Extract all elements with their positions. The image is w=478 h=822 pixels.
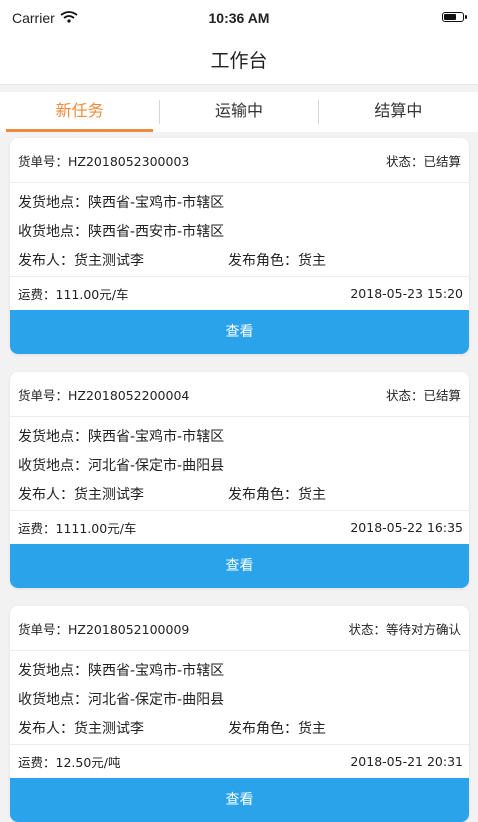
destination-location: 收货地点：陕西省-西安市-市辖区 <box>18 224 225 240</box>
origin-location: 发货地点：陕西省-宝鸡市-市辖区 <box>18 429 225 445</box>
destination-location: 收货地点：河北省-保定市-曲阳县 <box>18 458 225 474</box>
publisher: 发布人：货主测试李 <box>18 253 144 269</box>
order-date: 2018-05-21 20:31 <box>350 754 463 769</box>
view-button[interactable]: 查看 <box>10 778 469 822</box>
view-button[interactable]: 查看 <box>10 544 469 588</box>
order-status: 状态：已结算 <box>385 153 461 169</box>
order-status: 状态：等待对方确认 <box>348 621 461 637</box>
publisher-role: 发布角色：货主 <box>228 253 326 269</box>
order-status: 状态：已结算 <box>385 387 461 403</box>
order-info: 发货地点：陕西省-宝鸡市-市辖区 收货地点：陕西省-西安市-市辖区 发布人：货主… <box>10 183 469 276</box>
order-card: 货单号：HZ2018052200004 状态：已结算 发货地点：陕西省-宝鸡市-… <box>10 372 469 588</box>
order-header: 货单号：HZ2018052200004 状态：已结算 <box>10 372 469 417</box>
view-button[interactable]: 查看 <box>10 310 469 354</box>
tab-divider <box>318 100 319 124</box>
tab-settlement[interactable]: 结算中 <box>319 92 478 132</box>
fee-row: 运费：111.00元/车 2018-05-23 15:20 <box>10 276 469 310</box>
order-card: 货单号：HZ2018052300003 状态：已结算 发货地点：陕西省-宝鸡市-… <box>10 138 469 354</box>
nav-bar: 工作台 <box>0 40 478 85</box>
publisher-row: 发布人：货主测试李 发布角色：货主 <box>18 247 461 276</box>
tab-in-transit[interactable]: 运输中 <box>159 92 318 132</box>
freight-fee: 运费：111.00元/车 <box>18 287 129 302</box>
order-date: 2018-05-22 16:35 <box>350 520 463 535</box>
page-title: 工作台 <box>210 50 268 72</box>
status-time: 10:36 AM <box>208 10 270 26</box>
order-number: 货单号：HZ2018052300003 <box>18 153 190 169</box>
order-number: 货单号：HZ2018052100009 <box>18 621 190 637</box>
order-info: 发货地点：陕西省-宝鸡市-市辖区 收货地点：河北省-保定市-曲阳县 发布人：货主… <box>10 651 469 744</box>
publisher-row: 发布人：货主测试李 发布角色：货主 <box>18 715 461 744</box>
destination-location: 收货地点：河北省-保定市-曲阳县 <box>18 692 225 708</box>
publisher-row: 发布人：货主测试李 发布角色：货主 <box>18 481 461 510</box>
publisher-role: 发布角色：货主 <box>228 487 326 503</box>
freight-fee: 运费：12.50元/吨 <box>18 755 121 770</box>
publisher: 发布人：货主测试李 <box>18 721 144 737</box>
order-info: 发货地点：陕西省-宝鸡市-市辖区 收货地点：河北省-保定市-曲阳县 发布人：货主… <box>10 417 469 510</box>
fee-row: 运费：1111.00元/车 2018-05-22 16:35 <box>10 510 469 544</box>
order-header: 货单号：HZ2018052100009 状态：等待对方确认 <box>10 606 469 651</box>
order-number: 货单号：HZ2018052200004 <box>18 387 190 403</box>
origin-location: 发货地点：陕西省-宝鸡市-市辖区 <box>18 663 225 679</box>
tab-new-task[interactable]: 新任务 <box>0 92 159 132</box>
publisher-role: 发布角色：货主 <box>228 721 326 737</box>
battery-icon <box>442 12 467 22</box>
order-card: 货单号：HZ2018052100009 状态：等待对方确认 发货地点：陕西省-宝… <box>10 606 469 822</box>
order-date: 2018-05-23 15:20 <box>350 286 463 301</box>
status-bar: Carrier 10:36 AM <box>0 0 478 40</box>
tab-divider <box>159 100 160 124</box>
origin-location: 发货地点：陕西省-宝鸡市-市辖区 <box>18 195 225 211</box>
tab-bar: 新任务 运输中 结算中 <box>0 92 478 132</box>
order-header: 货单号：HZ2018052300003 状态：已结算 <box>10 138 469 183</box>
fee-row: 运费：12.50元/吨 2018-05-21 20:31 <box>10 744 469 778</box>
freight-fee: 运费：1111.00元/车 <box>18 521 137 536</box>
publisher: 发布人：货主测试李 <box>18 487 144 503</box>
